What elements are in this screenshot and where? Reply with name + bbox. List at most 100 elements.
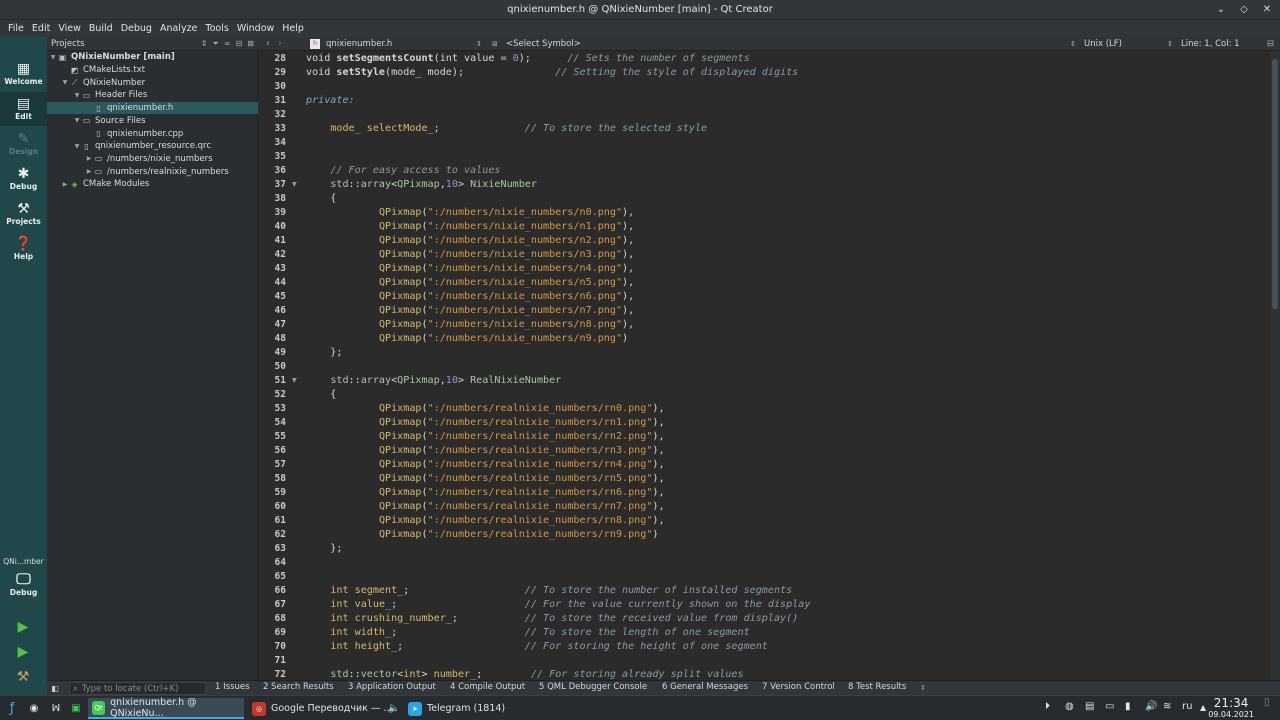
speaker-icon[interactable]: 🔊	[1145, 701, 1157, 712]
code-editor[interactable]: 28 29 30 31 32 33 34 35 36 37 ▼ 38 39 40 41 42 43 44 45 46 4…	[258, 51, 1280, 680]
tree-item-header-files[interactable]: ▼ ▭ Header Files	[47, 89, 258, 102]
mode-projects[interactable]: ⚒ Projects	[0, 197, 47, 231]
back-arrow-icon[interactable]: ‹	[262, 38, 274, 49]
wifi-icon[interactable]: ≋	[1163, 701, 1171, 712]
run-button[interactable]: ▶	[12, 617, 34, 637]
close-pane-icon[interactable]: ⊠	[247, 39, 254, 49]
tab-compile-output[interactable]: 4 Compile Output	[450, 682, 525, 692]
symbol-selector[interactable]: <Select Symbol>	[506, 39, 581, 49]
cursor-position[interactable]: Line: 1, Col: 1	[1181, 39, 1240, 49]
tray-expand-icon[interactable]: ▲	[1200, 703, 1206, 712]
code-line: private:	[306, 94, 355, 108]
tree-item-qnixienumber-h[interactable]: ▯ qnixienumber.h	[47, 101, 258, 115]
media-play-icon[interactable]: ⏵	[1045, 701, 1050, 712]
mode-help[interactable]: ❓ Help	[0, 232, 47, 266]
display-icon[interactable]: ▭	[1105, 701, 1114, 712]
fold-marker-icon[interactable]: ▼	[292, 374, 297, 388]
menu-file[interactable]: File	[4, 23, 28, 34]
minimize-button[interactable]: ⌄	[1214, 2, 1228, 16]
speaker-icon[interactable]: 🔈	[386, 701, 402, 716]
tab-general-messages[interactable]: 6 General Messages	[662, 682, 748, 692]
tab-issues[interactable]: 1 Issues	[215, 682, 250, 692]
vk-icon[interactable]: ꟽ	[48, 701, 64, 716]
menu-window[interactable]: Window	[233, 23, 278, 34]
split-icon[interactable]: ⊟	[236, 39, 243, 49]
tree-item-realnixie-numbers[interactable]: ▶ ▭ /numbers/realnixie_numbers	[47, 165, 258, 178]
fold-marker-icon[interactable]: ▼	[292, 178, 297, 192]
menu-view[interactable]: View	[54, 23, 85, 34]
view-dropdown-icon[interactable]: ⇕	[201, 39, 208, 49]
mode-edit[interactable]: ▤ Edit	[0, 92, 47, 126]
toggle-sidebar-icon[interactable]: ◧	[47, 684, 63, 693]
projects-view-selector[interactable]: Projects	[51, 39, 85, 49]
tab-application-output[interactable]: 3 Application Output	[348, 682, 436, 692]
scrollbar-thumb[interactable]	[1272, 59, 1278, 309]
tree-item-target[interactable]: ▼ ⟋ QNixieNumber	[47, 76, 258, 89]
task-telegram[interactable]: ➤ Telegram (1814)	[404, 698, 560, 719]
code-line: int width_; // To store the length of on…	[306, 626, 749, 640]
tree-item-nixie-numbers[interactable]: ▶ ▭ /numbers/nixie_numbers	[47, 153, 258, 166]
code-token: value_	[354, 599, 392, 610]
tree-item-project[interactable]: ▼ ▣ QNixieNumber [main]	[47, 51, 258, 64]
code-token: QPixmap	[378, 277, 422, 288]
task-browser[interactable]: ◎ Google Переводчик — ...	[248, 698, 404, 719]
tree-item-resource-qrc[interactable]: ▼ ▯ qnixienumber_resource.qrc	[47, 140, 258, 153]
menu-help[interactable]: Help	[278, 23, 308, 34]
line-number: 59	[274, 487, 286, 498]
tree-item-qnixienumber-cpp[interactable]: ▯ qnixienumber.cpp	[47, 127, 258, 140]
maximize-button[interactable]: ◇	[1237, 2, 1251, 16]
discord-icon[interactable]: ◉	[26, 701, 42, 716]
line-ending-selector[interactable]: Unix (LF)	[1084, 39, 1122, 49]
code-token: RealNixieNumber	[470, 375, 562, 386]
vertical-scrollbar[interactable]	[1270, 51, 1280, 680]
app-launcher-icon[interactable]: ƒ	[4, 701, 20, 716]
task-qtcreator[interactable]: Qt qnixienumber.h @ QNixieNu...	[88, 697, 244, 719]
tab-qml-debugger-console[interactable]: 5 QML Debugger Console	[539, 682, 647, 692]
network-globe-icon[interactable]: ◍	[1065, 701, 1074, 712]
code-token: ;	[433, 123, 525, 134]
project-tree: ▼ ▣ QNixieNumber [main] ◩ CMakeLists.txt …	[47, 51, 258, 680]
menu-analyze[interactable]: Analyze	[156, 23, 201, 34]
menu-debug[interactable]: Debug	[117, 23, 156, 34]
folder-icon: ▭	[94, 167, 103, 177]
more-tabs-icon[interactable]: ⇕	[920, 684, 926, 692]
mode-debug[interactable]: ✱ Debug	[0, 162, 47, 196]
line-number: 41	[274, 235, 286, 246]
open-documents-dropdown[interactable]: h qnixienumber.h	[310, 38, 484, 49]
code-token: QPixmap	[378, 207, 422, 218]
close-document-icon[interactable]: ⊠	[492, 40, 498, 48]
menu-edit[interactable]: Edit	[28, 23, 54, 34]
mode-design[interactable]: ✎ Design	[0, 127, 47, 161]
tab-search-results[interactable]: 2 Search Results	[263, 682, 334, 692]
keyboard-layout[interactable]: ru	[1182, 701, 1192, 712]
line-number: 40	[274, 221, 286, 232]
tree-item-cmakelists[interactable]: ◩ CMakeLists.txt	[47, 64, 258, 77]
tab-test-results[interactable]: 8 Test Results	[848, 682, 906, 692]
locator-input[interactable]: ⌕ Type to locate (Ctrl+K)	[69, 682, 206, 695]
filter-icon[interactable]: ⏷	[213, 39, 219, 49]
mode-welcome[interactable]: ▦ Welcome	[0, 57, 47, 91]
menu-build[interactable]: Build	[85, 23, 117, 34]
debug-run-button[interactable]: ▶	[12, 642, 34, 662]
clock[interactable]: 21:34 09.04.2021	[1208, 697, 1254, 720]
menu-tools[interactable]: Tools	[201, 23, 232, 34]
code-token: ),	[622, 291, 635, 302]
tree-item-source-files[interactable]: ▼ ▭ Source Files	[47, 115, 258, 128]
battery-icon[interactable]: ▮	[1125, 701, 1131, 712]
show-desktop-icon[interactable]: ▯	[1264, 697, 1270, 708]
code-line: std::array<QPixmap,10> NixieNumber	[306, 178, 537, 192]
clipboard-icon[interactable]: ▤	[1085, 701, 1094, 712]
sync-link-icon[interactable]: ∞	[224, 39, 231, 49]
code-line: QPixmap(":/numbers/realnixie_numbers/rn5…	[306, 472, 665, 486]
tab-version-control[interactable]: 7 Version Control	[762, 682, 835, 692]
close-button[interactable]: ✕	[1260, 2, 1274, 16]
qtcreator-launcher-icon[interactable]: ▣	[68, 701, 84, 716]
code-token: QPixmap	[378, 333, 422, 344]
forward-arrow-icon[interactable]: ›	[274, 38, 286, 49]
build-button[interactable]: ⚒	[12, 667, 34, 687]
kit-selector[interactable]: 🖵 Debug	[0, 570, 47, 604]
code-token: ),	[652, 445, 665, 456]
split-close-icon[interactable]: ⊟	[1267, 39, 1274, 49]
tree-item-cmake-modules[interactable]: ▶ ◈ CMake Modules	[47, 178, 258, 191]
